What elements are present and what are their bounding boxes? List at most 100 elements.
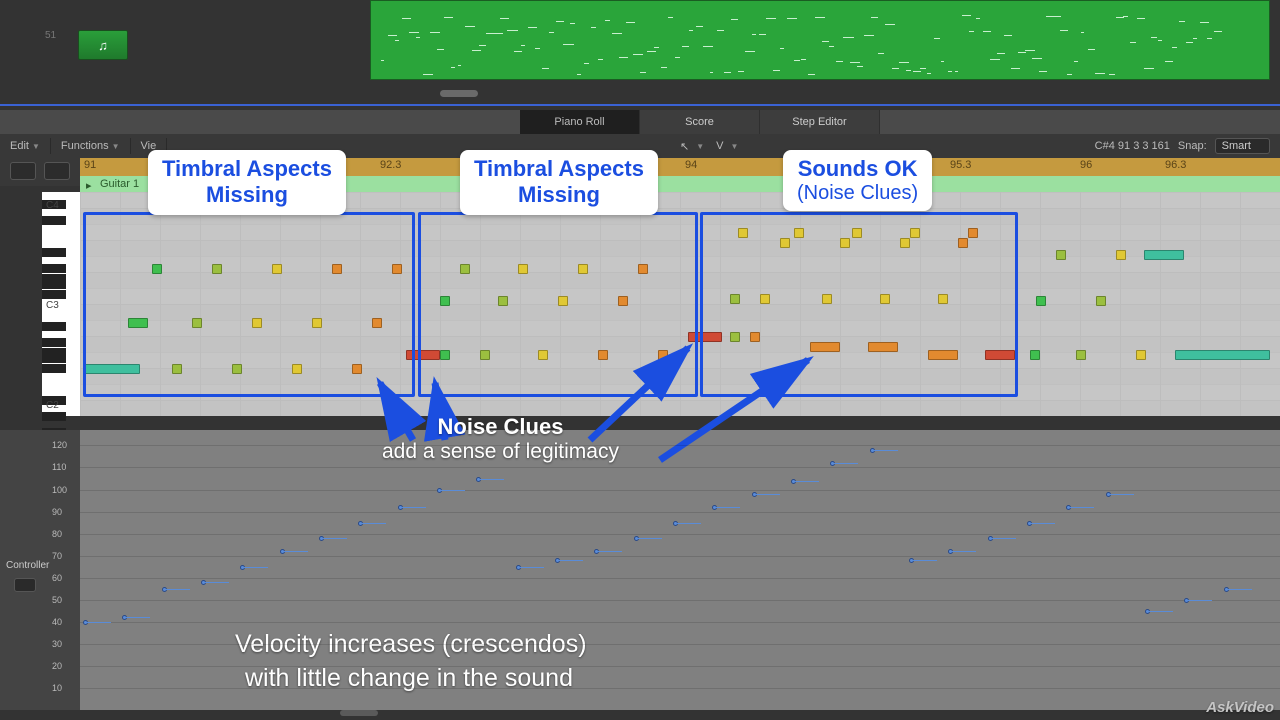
velocity-gridline bbox=[80, 622, 1280, 623]
velocity-tail bbox=[1029, 523, 1055, 524]
velocity-gridline bbox=[80, 490, 1280, 491]
editor-tabs: Piano Roll Score Step Editor bbox=[0, 110, 1280, 134]
annotation-noise-clues: Noise Clues add a sense of legitimacy bbox=[382, 414, 619, 464]
track-name: Guitar 1 bbox=[100, 178, 139, 190]
velocity-gridline bbox=[80, 445, 1280, 446]
midi-note[interactable] bbox=[1036, 296, 1046, 306]
snap-select[interactable]: Smart bbox=[1215, 138, 1270, 154]
velocity-tail bbox=[360, 523, 386, 524]
velocity-gridline bbox=[80, 512, 1280, 513]
annotation-label-2: Timbral Aspects Missing bbox=[460, 150, 658, 215]
velocity-tool[interactable]: V bbox=[716, 140, 723, 152]
velocity-tail bbox=[911, 560, 937, 561]
velocity-tail bbox=[1186, 600, 1212, 601]
velocity-tick-label: 30 bbox=[52, 639, 62, 649]
velocity-tail bbox=[557, 560, 583, 561]
velocity-tick-label: 80 bbox=[52, 529, 62, 539]
velocity-tail bbox=[242, 567, 268, 568]
velocity-gridline bbox=[80, 600, 1280, 601]
tab-score[interactable]: Score bbox=[640, 110, 760, 134]
tab-piano-roll[interactable]: Piano Roll bbox=[520, 110, 640, 134]
bottom-scrollbar[interactable] bbox=[340, 710, 378, 716]
midi-note[interactable] bbox=[1030, 350, 1040, 360]
velocity-tick-label: 10 bbox=[52, 683, 62, 693]
velocity-gridline bbox=[80, 666, 1280, 667]
velocity-tail bbox=[321, 538, 347, 539]
tab-step-editor[interactable]: Step Editor bbox=[760, 110, 880, 134]
velocity-tail bbox=[439, 490, 465, 491]
velocity-tail bbox=[675, 523, 701, 524]
midi-note[interactable] bbox=[1076, 350, 1086, 360]
controller-mode-button[interactable] bbox=[14, 578, 36, 592]
midi-note[interactable] bbox=[1096, 296, 1106, 306]
velocity-tail bbox=[518, 567, 544, 568]
divider bbox=[0, 104, 1280, 106]
velocity-tail bbox=[85, 622, 111, 623]
velocity-tick-label: 70 bbox=[52, 551, 62, 561]
midi-note[interactable] bbox=[1136, 350, 1146, 360]
velocity-tail bbox=[203, 582, 229, 583]
pointer-tool-icon[interactable]: ↖ bbox=[680, 140, 689, 153]
midi-region[interactable] bbox=[370, 0, 1270, 80]
velocity-tick-label: 50 bbox=[52, 595, 62, 605]
tool-icon-1[interactable] bbox=[10, 162, 36, 180]
velocity-tail bbox=[400, 507, 426, 508]
midi-note[interactable] bbox=[1144, 250, 1184, 260]
velocity-tick-label: 110 bbox=[52, 462, 66, 472]
track-index: 51 bbox=[45, 30, 56, 41]
velocity-tail bbox=[990, 538, 1016, 539]
velocity-tail bbox=[754, 494, 780, 495]
tool-icon-2[interactable] bbox=[44, 162, 70, 180]
velocity-tick-label: 60 bbox=[52, 573, 62, 583]
velocity-tail bbox=[636, 538, 662, 539]
velocity-gridline bbox=[80, 644, 1280, 645]
midi-note[interactable] bbox=[1175, 350, 1270, 360]
controller-sidebar: Controller bbox=[0, 430, 80, 710]
velocity-tail bbox=[1068, 507, 1094, 508]
velocity-tick-label: 120 bbox=[52, 440, 67, 450]
velocity-tail bbox=[1147, 611, 1173, 612]
velocity-gridline bbox=[80, 534, 1280, 535]
velocity-tick-label: 90 bbox=[52, 507, 62, 517]
key-c3: C3 bbox=[46, 300, 59, 311]
velocity-gridline bbox=[80, 578, 1280, 579]
edit-menu[interactable]: Edit▼ bbox=[0, 138, 51, 154]
velocity-tail bbox=[872, 450, 898, 451]
annotation-label-3: Sounds OK (Noise Clues) bbox=[783, 150, 932, 211]
velocity-tail bbox=[832, 463, 858, 464]
horizontal-scrollbar[interactable] bbox=[440, 90, 478, 97]
velocity-tail bbox=[793, 481, 819, 482]
key-c4: C4 bbox=[46, 200, 59, 211]
functions-menu[interactable]: Functions▼ bbox=[51, 138, 131, 154]
velocity-tail bbox=[714, 507, 740, 508]
controller-label: Controller bbox=[6, 560, 49, 571]
velocity-tail bbox=[950, 551, 976, 552]
velocity-gridline bbox=[80, 688, 1280, 689]
note-info: C#4 91 3 3 161 bbox=[1095, 140, 1170, 152]
midi-note[interactable] bbox=[1116, 250, 1126, 260]
velocity-gridline bbox=[80, 556, 1280, 557]
annotation-region-2 bbox=[418, 212, 698, 397]
velocity-tail bbox=[478, 479, 504, 480]
velocity-tail bbox=[282, 551, 308, 552]
annotation-region-1 bbox=[83, 212, 415, 397]
velocity-tail bbox=[596, 551, 622, 552]
snap-label: Snap: bbox=[1178, 140, 1207, 152]
velocity-gridline bbox=[80, 467, 1280, 468]
region-icon[interactable]: ♫ bbox=[78, 30, 128, 60]
velocity-tail bbox=[164, 589, 190, 590]
arrangement-area: 51 ♫ bbox=[0, 0, 1280, 95]
play-icon: ▸ bbox=[86, 179, 96, 189]
velocity-tick-label: 40 bbox=[52, 617, 62, 627]
velocity-tick-label: 100 bbox=[52, 485, 67, 495]
key-c2: C2 bbox=[46, 400, 59, 411]
annotation-velocity-text: Velocity increases (crescendos) with lit… bbox=[235, 628, 587, 696]
midi-note[interactable] bbox=[1056, 250, 1066, 260]
watermark: AskVideo bbox=[1206, 699, 1274, 716]
velocity-tail bbox=[124, 617, 150, 618]
velocity-tick-label: 20 bbox=[52, 661, 62, 671]
annotation-label-1: Timbral Aspects Missing bbox=[148, 150, 346, 215]
velocity-tail bbox=[1108, 494, 1134, 495]
velocity-tail bbox=[1226, 589, 1252, 590]
annotation-region-3 bbox=[700, 212, 1018, 397]
